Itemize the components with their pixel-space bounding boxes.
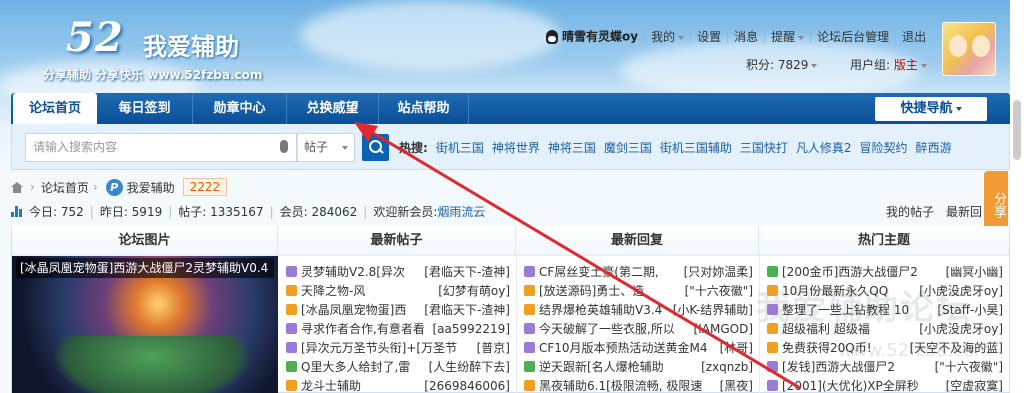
annotation-arrow bbox=[354, 122, 801, 390]
scrollbar[interactable] bbox=[1010, 0, 1024, 393]
